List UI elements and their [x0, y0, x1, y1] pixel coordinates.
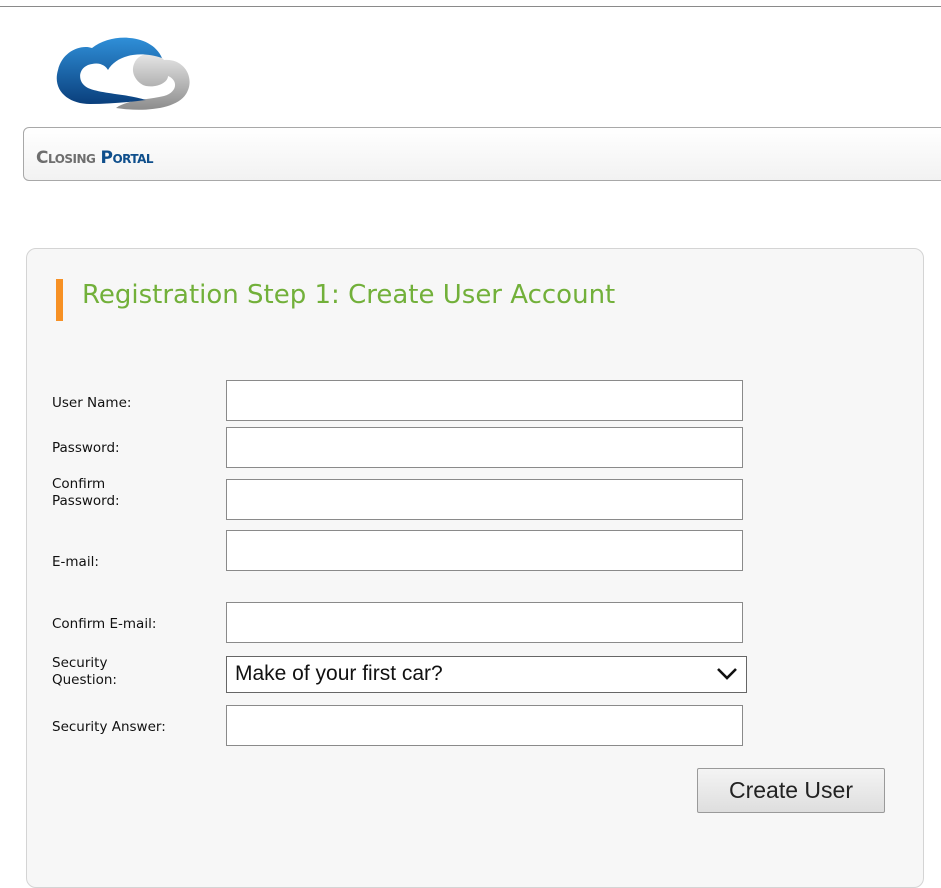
- security-answer-input[interactable]: [226, 705, 743, 746]
- security-question-selected: Make of your first car?: [235, 662, 443, 685]
- username-label: User Name:: [52, 395, 132, 411]
- security-question-label-line1: Security: [52, 655, 108, 671]
- brand-wordmark: Closing Portal: [36, 148, 154, 168]
- email-label: E-mail:: [52, 554, 99, 570]
- security-answer-label: Security Answer:: [52, 719, 166, 735]
- confirm-password-input[interactable]: [226, 479, 743, 520]
- title-accent-bar: [56, 279, 63, 321]
- password-label: Password:: [52, 440, 120, 456]
- password-input[interactable]: [226, 427, 743, 468]
- top-divider: [0, 6, 941, 7]
- cloud-c-logo-icon: [56, 37, 190, 110]
- page-title: Registration Step 1: Create User Account: [82, 280, 616, 310]
- security-question-label-line2: Question:: [52, 672, 117, 688]
- security-question-label: Security Question:: [52, 655, 117, 689]
- security-question-select[interactable]: Make of your first car?: [226, 656, 747, 693]
- brand-banner: [23, 127, 941, 181]
- email-input[interactable]: [226, 530, 743, 571]
- confirm-password-label: Confirm Password:: [52, 476, 120, 510]
- chevron-down-icon: [717, 668, 737, 680]
- brand-word-closing: Closing: [36, 148, 96, 168]
- brand-word-portal: Portal: [100, 148, 154, 168]
- confirm-password-label-line2: Password:: [52, 493, 120, 509]
- confirm-password-label-line1: Confirm: [52, 476, 106, 492]
- username-input[interactable]: [226, 380, 743, 421]
- confirm-email-input[interactable]: [226, 602, 743, 643]
- create-user-button[interactable]: Create User: [697, 768, 885, 813]
- confirm-email-label: Confirm E-mail:: [52, 616, 157, 632]
